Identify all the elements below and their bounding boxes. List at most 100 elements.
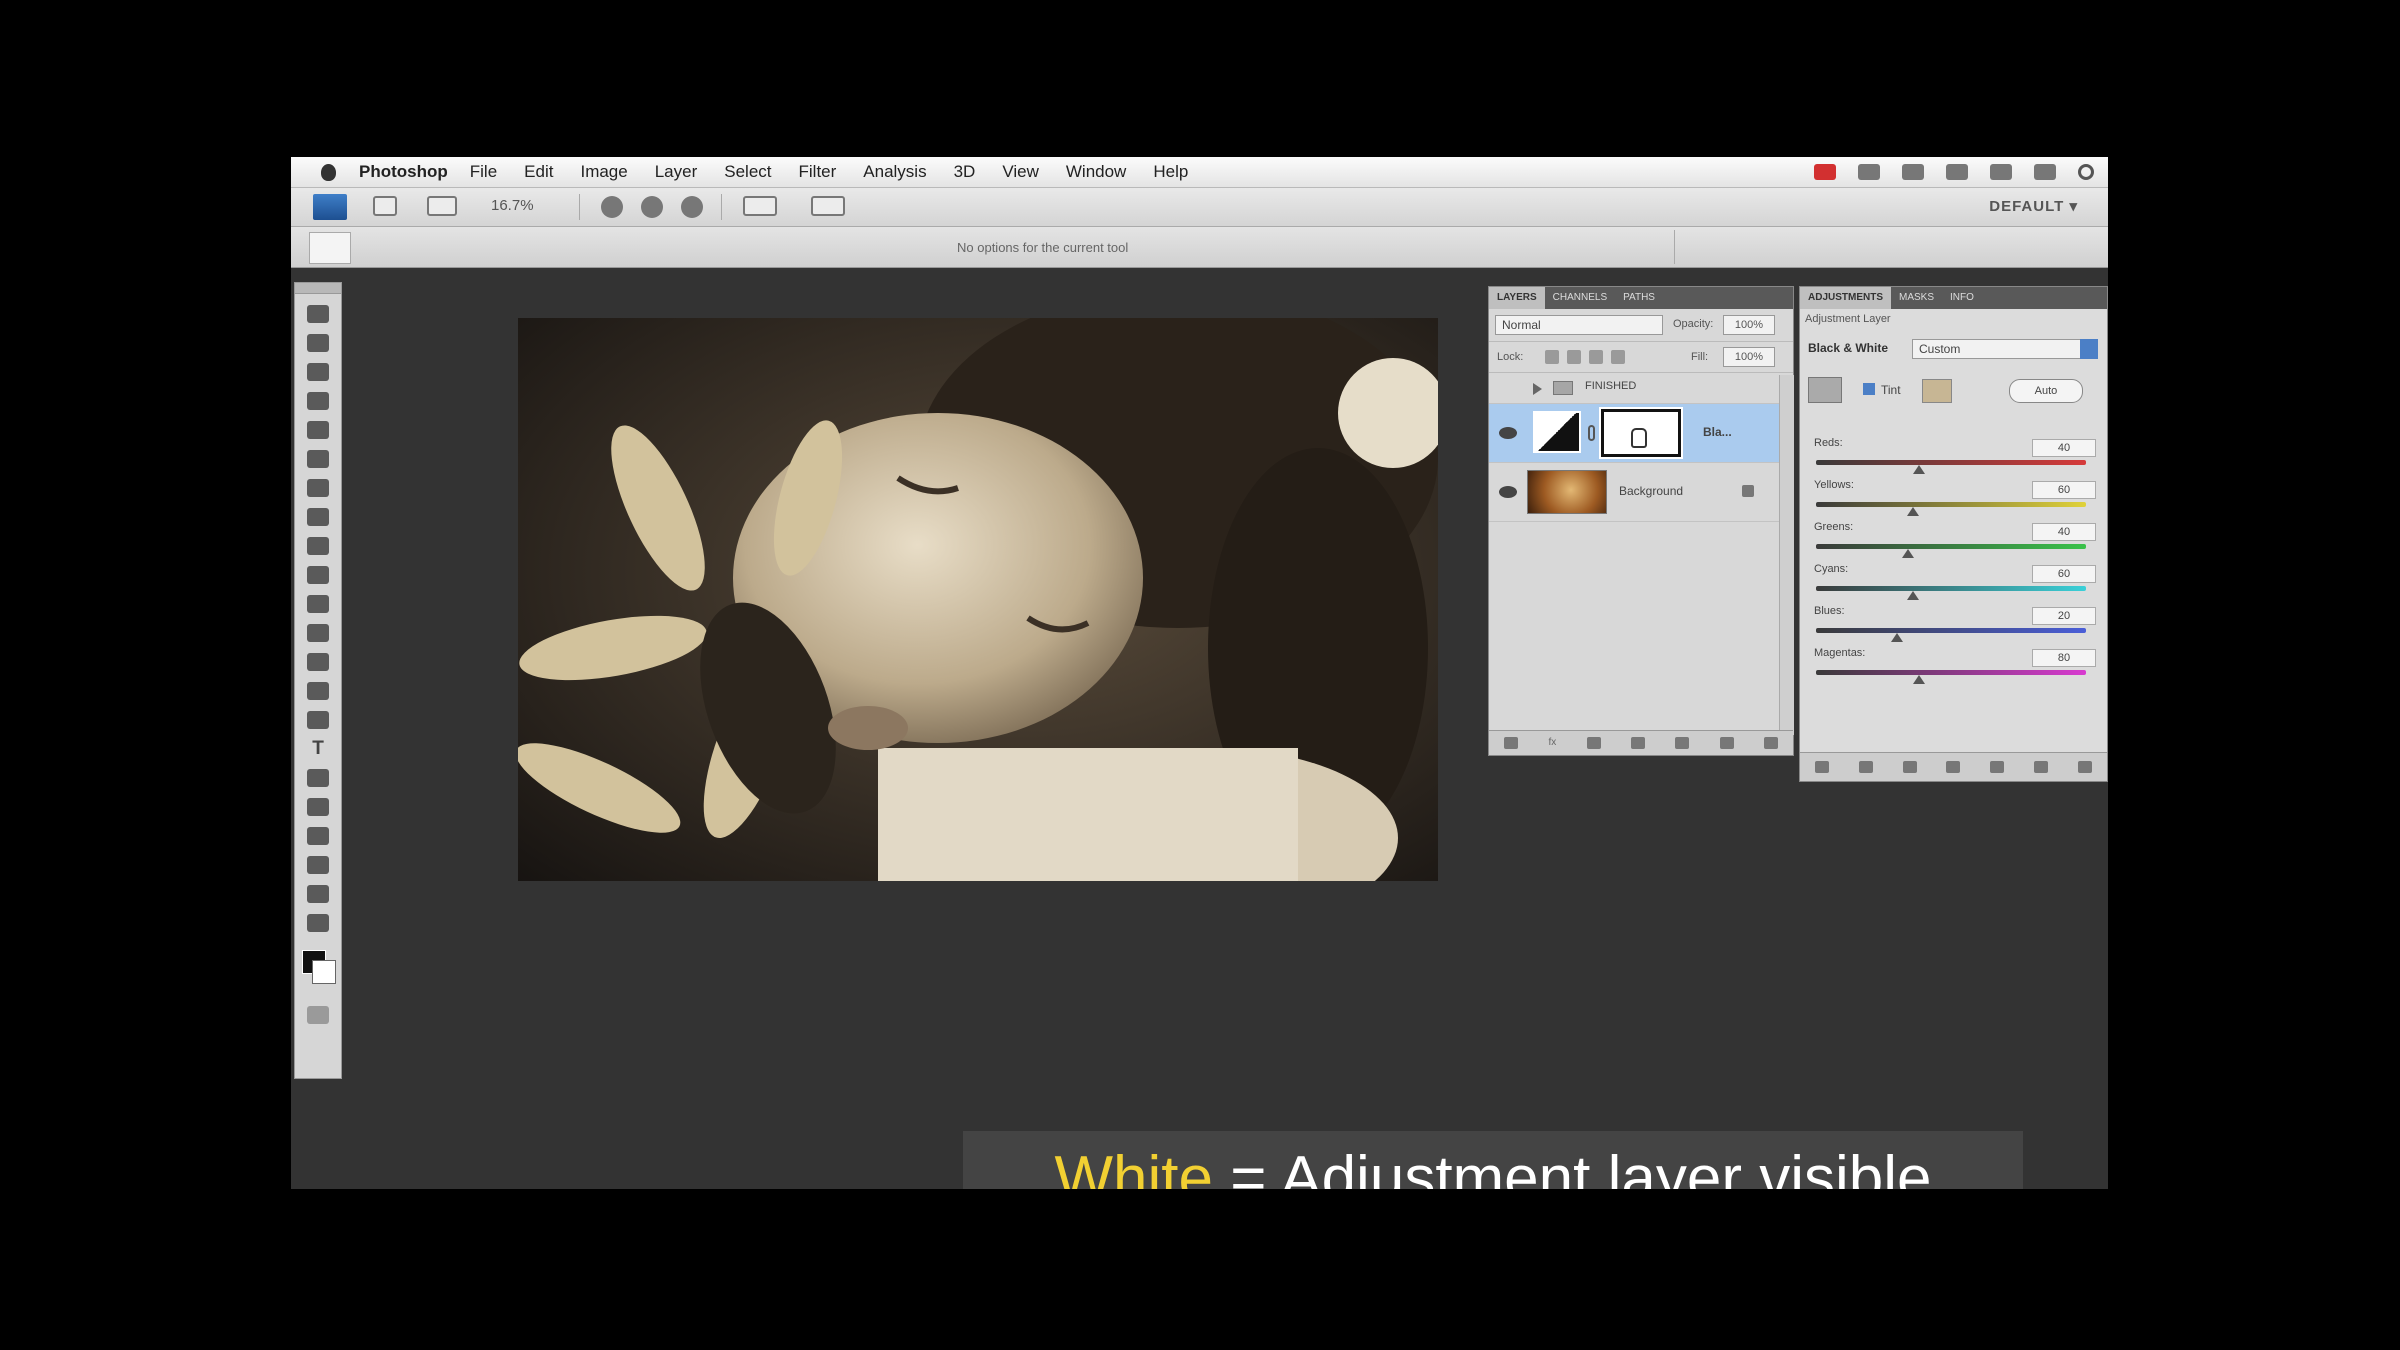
- slider-value-field[interactable]: 60: [2032, 565, 2096, 583]
- menu-help[interactable]: Help: [1153, 162, 1188, 182]
- tab-paths[interactable]: PATHS: [1615, 287, 1663, 309]
- targeted-adjustment-icon[interactable]: [1808, 377, 1842, 403]
- tint-color-swatch[interactable]: [1922, 379, 1952, 403]
- slider-value-field[interactable]: 40: [2032, 439, 2096, 457]
- menu-select[interactable]: Select: [724, 162, 771, 182]
- path-selection-tool-icon[interactable]: [307, 769, 329, 787]
- lock-position-icon[interactable]: [1589, 350, 1603, 364]
- background-color-swatch[interactable]: [312, 960, 336, 984]
- healing-brush-tool-icon[interactable]: [307, 479, 329, 497]
- adjustment-layer-row[interactable]: Bla...: [1489, 404, 1793, 463]
- history-brush-tool-icon[interactable]: [307, 566, 329, 584]
- time-machine-icon[interactable]: [1902, 164, 1924, 180]
- slider-thumb[interactable]: [1901, 549, 1914, 558]
- brush-tool-icon[interactable]: [307, 508, 329, 526]
- zoom-level[interactable]: 16.7%: [491, 197, 534, 214]
- menu-edit[interactable]: Edit: [524, 162, 553, 182]
- clip-to-layer-icon[interactable]: [1902, 761, 1917, 773]
- fx-button[interactable]: fx: [1548, 737, 1556, 749]
- slider-track[interactable]: [1816, 544, 2086, 549]
- type-tool-icon[interactable]: T: [307, 739, 329, 758]
- rotate-view-icon[interactable]: [681, 196, 703, 218]
- blend-mode-select[interactable]: Normal: [1495, 315, 1663, 335]
- link-icon[interactable]: [1588, 425, 1595, 441]
- fill-field[interactable]: 100%: [1723, 347, 1775, 367]
- pen-tool-icon[interactable]: [307, 711, 329, 729]
- expand-view-icon[interactable]: [1858, 761, 1873, 773]
- apple-icon[interactable]: [311, 157, 345, 187]
- layer-mask-thumbnail[interactable]: [1599, 407, 1683, 459]
- move-tool-icon[interactable]: [307, 305, 329, 323]
- slider-thumb[interactable]: [1912, 675, 1925, 684]
- preset-select[interactable]: Custom: [1912, 339, 2098, 359]
- tab-layers[interactable]: LAYERS: [1489, 287, 1545, 309]
- menu-image[interactable]: Image: [580, 162, 627, 182]
- zoom-tool-icon[interactable]: [307, 914, 329, 932]
- slider-value-field[interactable]: 60: [2032, 481, 2096, 499]
- color-swatches[interactable]: [298, 946, 338, 990]
- slider-track[interactable]: [1816, 628, 2086, 633]
- slider-value-field[interactable]: 80: [2032, 649, 2096, 667]
- background-layer-row[interactable]: Background: [1489, 463, 1793, 522]
- slider-track[interactable]: [1816, 586, 2086, 591]
- trash-icon[interactable]: [2077, 761, 2092, 773]
- tab-adjustments[interactable]: ADJUSTMENTS: [1800, 287, 1892, 309]
- crop-tool-icon[interactable]: [307, 421, 329, 439]
- display-icon[interactable]: [1858, 164, 1880, 180]
- slider-thumb[interactable]: [1912, 465, 1925, 474]
- quick-selection-tool-icon[interactable]: [307, 392, 329, 410]
- lock-image-icon[interactable]: [1567, 350, 1581, 364]
- return-to-list-icon[interactable]: [1814, 761, 1829, 773]
- tab-channels[interactable]: CHANNELS: [1545, 287, 1615, 309]
- screen-mode-button[interactable]: [811, 196, 845, 216]
- view-extras-button[interactable]: [427, 196, 457, 216]
- gradient-tool-icon[interactable]: [307, 624, 329, 642]
- view-previous-icon[interactable]: [1990, 761, 2005, 773]
- 3d-orbit-tool-icon[interactable]: [307, 856, 329, 874]
- eraser-tool-icon[interactable]: [307, 595, 329, 613]
- menu-layer[interactable]: Layer: [655, 162, 698, 182]
- wifi-icon[interactable]: [1990, 164, 2012, 180]
- record-icon[interactable]: [1814, 164, 1836, 180]
- tab-info[interactable]: INFO: [1942, 287, 1982, 309]
- bluetooth-icon[interactable]: [1946, 164, 1968, 180]
- dodge-tool-icon[interactable]: [307, 682, 329, 700]
- slider-track[interactable]: [1816, 460, 2086, 465]
- layer-group-row[interactable]: FINISHED: [1489, 373, 1793, 404]
- add-mask-icon[interactable]: [1586, 737, 1601, 749]
- layers-scrollbar[interactable]: [1779, 375, 1794, 735]
- slider-value-field[interactable]: 20: [2032, 607, 2096, 625]
- 3d-rotate-tool-icon[interactable]: [307, 827, 329, 845]
- panel-grip[interactable]: [295, 283, 341, 294]
- slider-thumb[interactable]: [1907, 591, 1920, 600]
- eye-icon[interactable]: [1499, 427, 1517, 439]
- checkbox-icon[interactable]: [1863, 383, 1875, 395]
- menu-window[interactable]: Window: [1066, 162, 1126, 182]
- new-adjustment-icon[interactable]: [1630, 737, 1645, 749]
- slider-value-field[interactable]: 40: [2032, 523, 2096, 541]
- new-group-icon[interactable]: [1675, 737, 1690, 749]
- quick-mask-icon[interactable]: [307, 1006, 329, 1024]
- adjustment-layer-thumbnail[interactable]: [1533, 411, 1581, 453]
- spotlight-icon[interactable]: [2078, 164, 2094, 180]
- tint-checkbox[interactable]: Tint: [1863, 383, 1901, 397]
- document-canvas[interactable]: [518, 318, 1438, 881]
- slider-thumb[interactable]: [1907, 507, 1920, 516]
- launch-bridge-button[interactable]: [373, 196, 397, 216]
- chevron-down-icon[interactable]: [2080, 339, 2098, 359]
- arrange-documents-button[interactable]: [743, 196, 777, 216]
- tool-preset-picker[interactable]: [309, 232, 351, 264]
- menu-3d[interactable]: 3D: [954, 162, 976, 182]
- eyedropper-tool-icon[interactable]: [307, 450, 329, 468]
- lock-transparent-icon[interactable]: [1545, 350, 1559, 364]
- expand-triangle-icon[interactable]: [1533, 383, 1542, 395]
- slider-thumb[interactable]: [1891, 633, 1903, 642]
- trash-icon[interactable]: [1763, 737, 1778, 749]
- toggle-visibility-icon[interactable]: [1946, 761, 1961, 773]
- blur-tool-icon[interactable]: [307, 653, 329, 671]
- new-layer-icon[interactable]: [1719, 737, 1734, 749]
- marquee-tool-icon[interactable]: [307, 334, 329, 352]
- menu-view[interactable]: View: [1002, 162, 1039, 182]
- eye-icon[interactable]: [1499, 486, 1517, 498]
- menu-app-name[interactable]: Photoshop: [359, 162, 448, 182]
